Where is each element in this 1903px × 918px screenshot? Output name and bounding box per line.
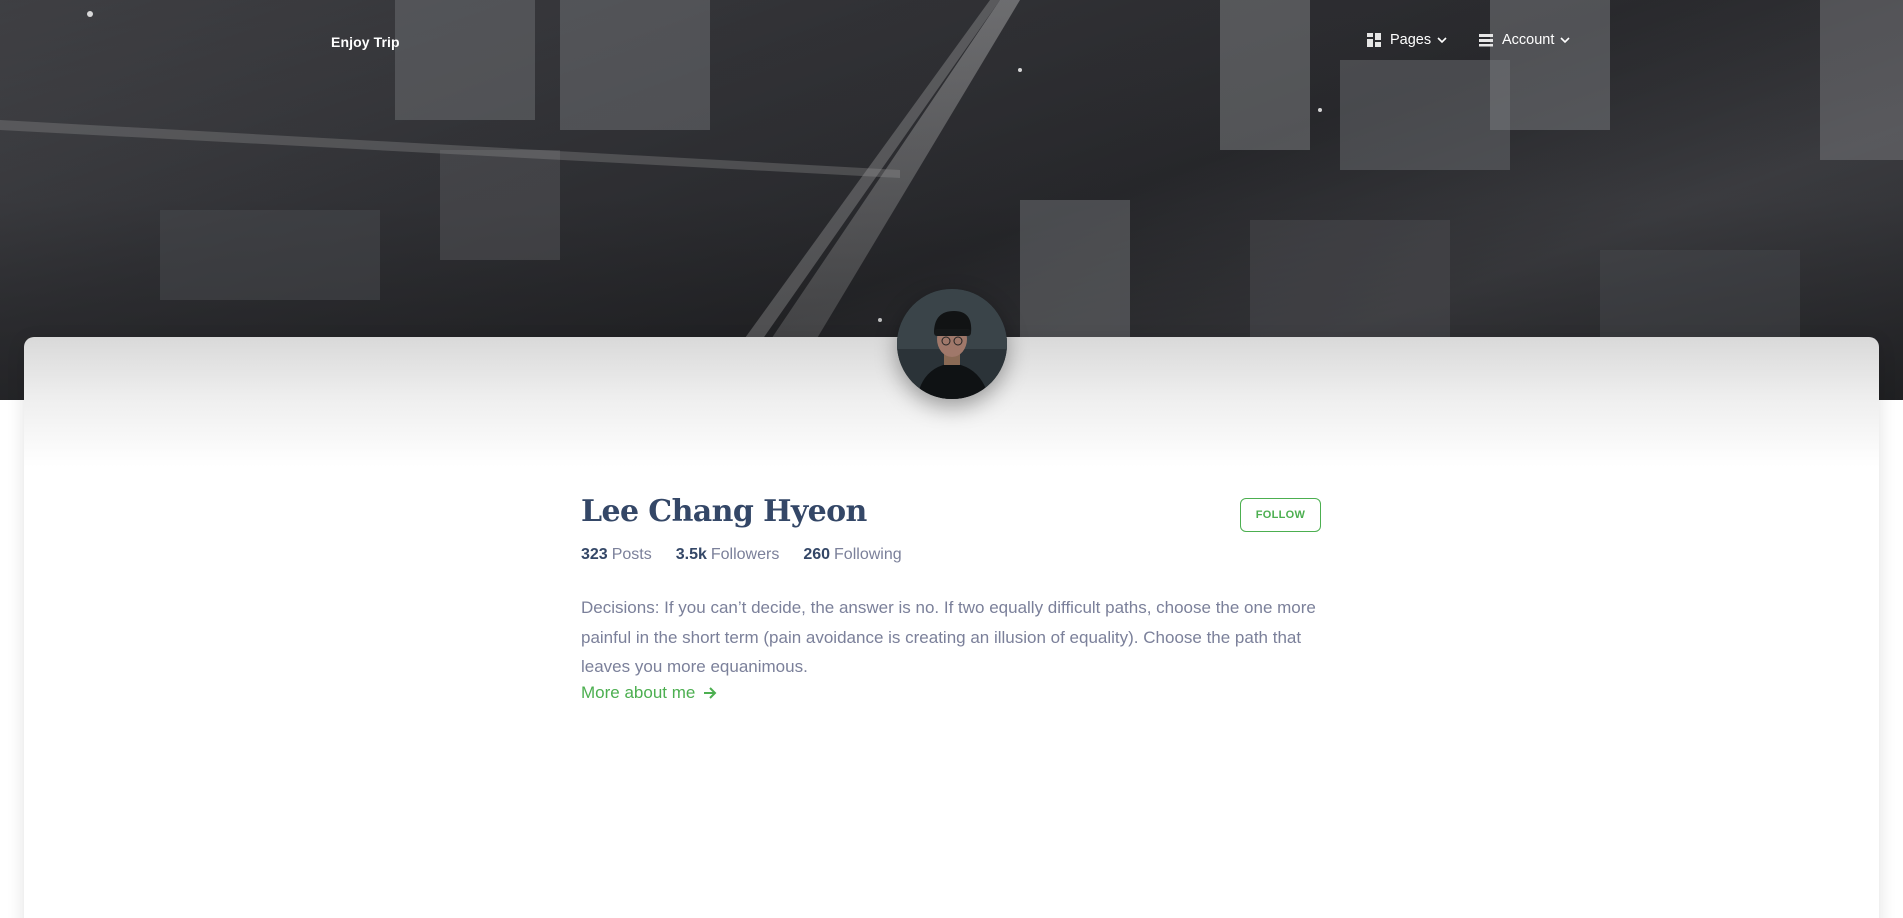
stat-followers-value: 3.5k bbox=[675, 546, 707, 563]
stat-following: 260 Following bbox=[803, 546, 901, 564]
dashboard-icon bbox=[1366, 32, 1382, 48]
user-avatar-image bbox=[897, 289, 1007, 399]
nav-account-label: Account bbox=[1502, 32, 1555, 48]
stat-posts: 323 Posts bbox=[581, 546, 652, 564]
stat-following-label: Following bbox=[834, 546, 902, 563]
page: Enjoy Trip Pages Account Lee Chang Hyeon… bbox=[0, 0, 1903, 918]
list-icon bbox=[1478, 32, 1494, 48]
nav-account-dropdown[interactable]: Account bbox=[1478, 32, 1571, 48]
profile-name: Lee Chang Hyeon bbox=[581, 494, 867, 529]
chevron-down-icon bbox=[1436, 34, 1448, 46]
stat-posts-label: Posts bbox=[611, 546, 652, 563]
nav-pages-dropdown[interactable]: Pages bbox=[1366, 32, 1448, 48]
arrow-right-icon bbox=[703, 686, 717, 700]
stat-following-value: 260 bbox=[803, 546, 831, 563]
profile-bio: Decisions: If you can’t decide, the answ… bbox=[581, 598, 1316, 676]
follow-button[interactable]: FOLLOW bbox=[1240, 498, 1321, 532]
more-about-me-link[interactable]: More about me bbox=[581, 683, 717, 703]
nav-pages-label: Pages bbox=[1390, 32, 1432, 48]
stat-posts-value: 323 bbox=[581, 546, 608, 563]
avatar[interactable] bbox=[897, 289, 1007, 399]
navbar: Enjoy Trip Pages Account bbox=[0, 0, 1903, 86]
brand-logo[interactable]: Enjoy Trip bbox=[331, 34, 400, 50]
chevron-down-icon bbox=[1559, 34, 1571, 46]
stat-followers-label: Followers bbox=[710, 546, 780, 563]
more-about-me-label: More about me bbox=[581, 683, 696, 702]
stat-followers: 3.5k Followers bbox=[676, 546, 780, 564]
profile-stats: 323 Posts 3.5k Followers 260 Following bbox=[581, 546, 926, 564]
